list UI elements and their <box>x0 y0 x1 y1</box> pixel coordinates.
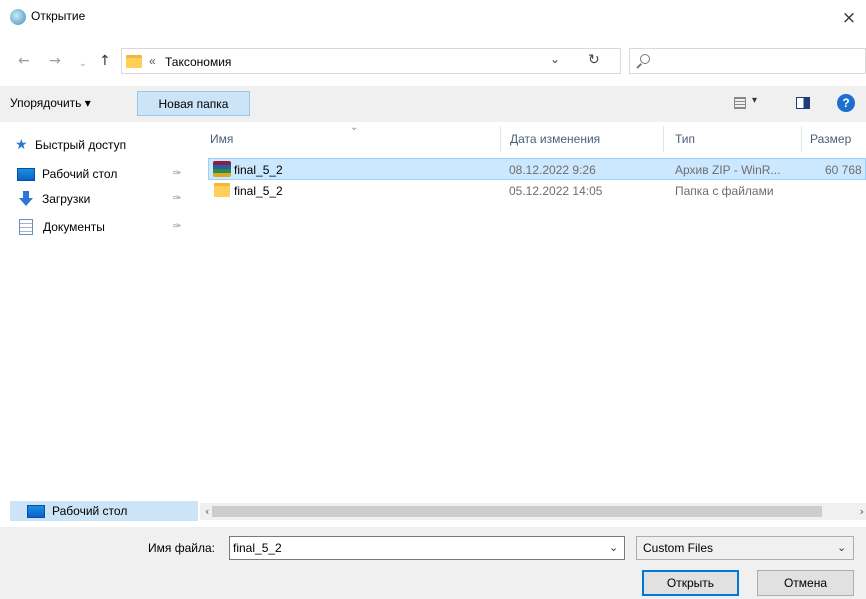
sidebar-item-label: Загрузки <box>42 192 91 206</box>
documents-icon <box>19 219 33 235</box>
refresh-icon[interactable]: ↻ <box>588 52 600 68</box>
address-dropdown-chevron-icon[interactable]: ⌄ <box>550 52 560 66</box>
breadcrumb-overflow[interactable]: « <box>149 54 156 68</box>
column-header-size[interactable]: Размер <box>810 132 851 146</box>
column-divider[interactable] <box>663 126 664 152</box>
cancel-button[interactable]: Отмена <box>757 570 854 596</box>
table-row[interactable]: final_5_2 08.12.2022 9:26 Архив ZIP - Wi… <box>208 158 866 180</box>
open-button[interactable]: Открыть <box>642 570 739 596</box>
view-dropdown-chevron-icon[interactable]: ▾ <box>752 95 757 106</box>
file-name: final_5_2 <box>234 184 283 198</box>
sidebar-item-downloads[interactable]: Загрузки <box>17 189 90 209</box>
title-bar: Открытие × <box>0 0 866 36</box>
column-header-date[interactable]: Дата изменения <box>510 132 600 146</box>
download-icon <box>17 191 35 207</box>
winrar-archive-icon <box>213 161 231 177</box>
star-icon: ★ <box>15 137 28 153</box>
search-icon <box>640 54 650 64</box>
app-icon <box>10 9 26 25</box>
forward-arrow-icon[interactable]: → <box>49 54 61 68</box>
sidebar-item-documents[interactable]: Документы <box>17 217 105 237</box>
new-folder-button[interactable]: Новая папка <box>137 91 250 116</box>
window-title: Открытие <box>31 9 86 23</box>
address-bar[interactable]: « Таксономия ⌄ ↻ <box>121 48 621 74</box>
sidebar-item-label: Быстрый доступ <box>35 138 127 152</box>
desktop-icon <box>17 167 35 181</box>
breadcrumb-taxonomy[interactable]: Таксономия <box>165 55 231 69</box>
search-input[interactable] <box>629 48 866 74</box>
preview-pane-icon[interactable] <box>796 97 810 109</box>
scroll-left-icon[interactable]: ‹ <box>205 505 209 518</box>
folder-icon <box>214 183 230 197</box>
filename-label: Имя файла: <box>148 541 215 555</box>
sidebar-item-label: Документы <box>43 220 105 234</box>
change-view-icon[interactable] <box>734 97 746 109</box>
help-icon[interactable]: ? <box>837 94 855 112</box>
close-button[interactable]: × <box>832 0 866 36</box>
column-divider[interactable] <box>801 126 802 152</box>
file-date: 05.12.2022 14:05 <box>509 184 603 198</box>
pin-icon[interactable]: ✑ <box>173 193 181 204</box>
sidebar-item-desktop-root[interactable]: Рабочий стол <box>10 501 198 521</box>
file-list-header: ⌄ Имя Дата изменения Тип Размер <box>200 122 866 156</box>
file-date: 08.12.2022 9:26 <box>509 163 596 177</box>
file-name: final_5_2 <box>234 163 283 177</box>
file-type-select[interactable]: Custom Files <box>636 536 854 560</box>
file-type: Папка с файлами <box>675 184 774 198</box>
sidebar-item-label: Рабочий стол <box>52 504 128 518</box>
column-header-type[interactable]: Тип <box>675 132 695 146</box>
folder-icon <box>126 55 142 68</box>
pin-icon[interactable]: ✑ <box>173 221 181 232</box>
back-arrow-icon[interactable]: ← <box>18 54 30 68</box>
file-type: Архив ZIP - WinR... <box>675 163 781 177</box>
organize-button[interactable]: Упорядочить ▾ <box>10 96 91 110</box>
command-toolbar: Упорядочить ▾ Новая папка ▾ ? <box>0 86 866 122</box>
sort-chevron-icon: ⌄ <box>350 122 359 133</box>
sidebar-item-quick-access[interactable]: ★ Быстрый доступ <box>15 135 126 155</box>
filename-input[interactable]: final_5_2 <box>229 536 625 560</box>
pin-icon[interactable]: ✑ <box>173 168 181 179</box>
filename-dropdown-chevron-icon[interactable]: ⌄ <box>609 541 618 554</box>
recent-locations-chevron-icon[interactable]: ⌄ <box>79 57 87 71</box>
column-header-name[interactable]: Имя <box>210 132 233 146</box>
file-type-chevron-icon[interactable]: ⌄ <box>837 541 846 554</box>
up-arrow-icon[interactable]: ↑ <box>99 54 111 68</box>
table-row[interactable]: final_5_2 05.12.2022 14:05 Папка с файла… <box>208 180 866 202</box>
navigation-pane: ★ Быстрый доступ Рабочий стол ✑ Загрузки… <box>0 122 200 496</box>
scroll-right-icon[interactable]: › <box>860 505 864 518</box>
sidebar-item-label: Рабочий стол <box>42 167 118 181</box>
navigation-bar: ← → ⌄ ↑ « Таксономия ⌄ ↻ <box>0 44 866 80</box>
column-divider[interactable] <box>500 126 501 152</box>
horizontal-scrollbar[interactable]: ‹ › <box>200 503 866 520</box>
file-size: 60 768 <box>825 163 862 177</box>
dialog-footer: Имя файла: final_5_2 ⌄ Custom Files ⌄ От… <box>0 527 866 599</box>
scrollbar-thumb[interactable] <box>212 506 822 517</box>
sidebar-item-desktop[interactable]: Рабочий стол <box>17 164 117 184</box>
desktop-icon <box>27 504 45 518</box>
